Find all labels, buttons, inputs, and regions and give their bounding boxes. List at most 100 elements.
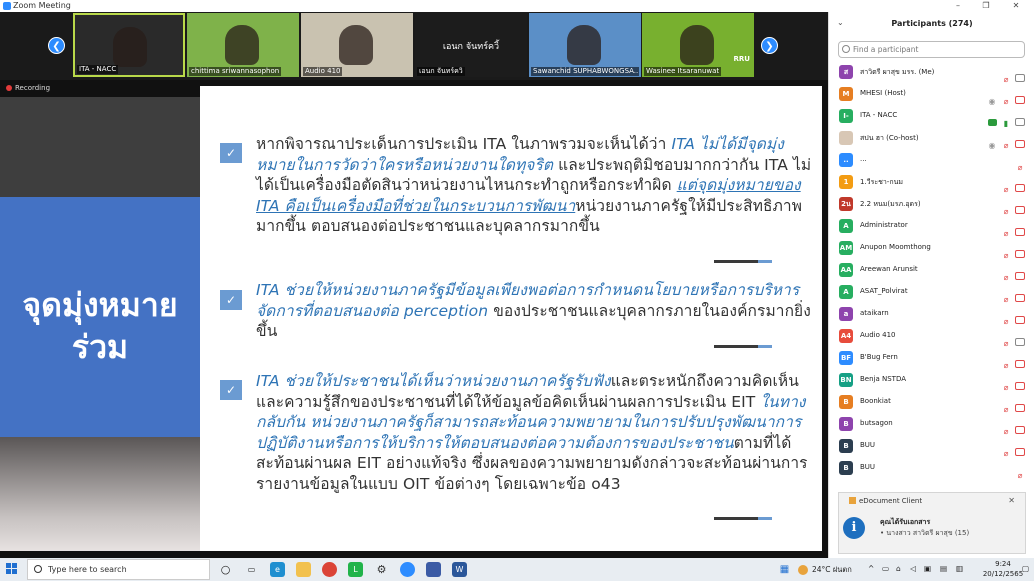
bullet-text-1: หากพิจารณาประเด็นการประเมิน ITA ในภาพรวม…	[256, 134, 816, 237]
avatar: ส	[839, 65, 853, 79]
screen-share-icon[interactable]	[988, 119, 997, 126]
notification-header: eDocument Client	[849, 497, 922, 505]
weather-icon[interactable]	[798, 565, 808, 575]
participant-row[interactable]: AA Areewan Arunsit ⌀	[829, 260, 1034, 282]
participant-row[interactable]: B Boonkiat ⌀	[829, 392, 1034, 414]
video-tile-name: chittima sriwannasophon	[189, 67, 282, 76]
video-tile-name: เอนก จันทร์ควิ้	[417, 67, 465, 76]
notification-title: คุณได้รับเอกสาร	[880, 518, 931, 526]
video-off-icon[interactable]	[1015, 206, 1025, 214]
video-off-icon[interactable]	[1015, 228, 1025, 236]
video-off-icon[interactable]	[1015, 426, 1025, 434]
chrome-icon[interactable]	[322, 562, 337, 577]
weather-text[interactable]: 24°C ฝนตก	[812, 564, 852, 576]
avatar: B	[839, 395, 853, 409]
participant-row[interactable]: A4 Audio 410 ⌀	[829, 326, 1034, 348]
avatar: M	[839, 87, 853, 101]
tray-language-icon[interactable]: ▣	[924, 564, 931, 573]
notification-center-icon[interactable]: ▢	[1022, 564, 1029, 573]
video-off-icon[interactable]	[1015, 96, 1025, 104]
video-off-icon[interactable]	[1015, 448, 1025, 456]
video-tile[interactable]: chittima sriwannasophon	[187, 13, 299, 77]
network-icon[interactable]: ▦	[777, 562, 792, 577]
tray-network-icon[interactable]: ⌂	[896, 564, 901, 573]
video-icon[interactable]	[1015, 74, 1025, 82]
participant-status-icons: ⌀	[997, 67, 1025, 84]
window-titlebar: Zoom Meeting – ❐ ✕	[0, 0, 1034, 12]
close-window-button[interactable]: ✕	[1002, 0, 1030, 12]
video-off-icon[interactable]	[1015, 272, 1025, 280]
toast-notification[interactable]: eDocument Client ✕ i คุณได้รับเอกสาร • น…	[838, 492, 1026, 554]
gallery-next-button[interactable]: ❯	[761, 37, 778, 54]
participant-row[interactable]: 2น 2.2 หนม(มรภ.อุดร) ⌀	[829, 194, 1034, 216]
participant-name: MHESI (Host)	[860, 89, 906, 97]
video-off-icon[interactable]	[1015, 294, 1025, 302]
video-icon[interactable]	[1015, 338, 1025, 346]
participant-row[interactable]: I- ITA - NACC ▮	[829, 106, 1034, 128]
word-icon[interactable]: W	[452, 562, 467, 577]
participant-row[interactable]: BF B'Bug Fern ⌀	[829, 348, 1034, 370]
video-tile[interactable]: เอนก จันทร์ควิ้ เอนก จันทร์ควิ้	[415, 13, 527, 77]
tray-app-icon-2[interactable]: ▥	[956, 564, 963, 573]
video-off-icon[interactable]	[1015, 250, 1025, 258]
avatar: B	[839, 461, 853, 475]
edge-icon[interactable]: e	[270, 562, 285, 577]
participant-row[interactable]: AM Anupon Moomthong ⌀	[829, 238, 1034, 260]
zoom-taskbar-icon[interactable]	[400, 562, 415, 577]
windows-start-button[interactable]	[6, 563, 18, 575]
participant-row[interactable]: A Administrator ⌀	[829, 216, 1034, 238]
task-view-icon[interactable]: ▭	[244, 562, 259, 577]
gallery-prev-button[interactable]: ❮	[48, 37, 65, 54]
video-tile[interactable]: Audio 410	[301, 13, 413, 77]
settings-gear-icon[interactable]: ⚙	[374, 562, 389, 577]
participant-status-icons: ⌀	[997, 243, 1025, 260]
video-tile-center-name: เอนก จันทร์ควิ้	[442, 42, 500, 52]
video-tile-name: Audio 410	[303, 67, 343, 76]
tray-app-icon[interactable]: ▤	[940, 564, 947, 573]
minimize-button[interactable]: –	[944, 0, 972, 12]
video-off-icon[interactable]	[1015, 404, 1025, 412]
slide-divider	[714, 260, 772, 263]
tray-overflow-icon[interactable]: ^	[868, 564, 874, 573]
video-off-icon[interactable]	[1015, 316, 1025, 324]
participant-row[interactable]: ส สาวิตรี ผาสุข มรร. (Me) ⌀	[829, 62, 1034, 84]
video-tile[interactable]: ITA - NACC	[73, 13, 185, 77]
mic-off-icon[interactable]: ⌀	[1015, 471, 1025, 481]
search-icon	[842, 45, 850, 53]
avatar: A4	[839, 329, 853, 343]
line-icon[interactable]: L	[348, 562, 363, 577]
participant-row[interactable]: 1 1.วีระชา-กนม ⌀	[829, 172, 1034, 194]
video-tile[interactable]: RRU Wasinee Itsaranuwat	[642, 13, 754, 77]
notification-close-button[interactable]: ✕	[1008, 496, 1015, 505]
taskbar-search-box[interactable]: Type here to search	[27, 559, 210, 580]
taskbar-clock[interactable]: 9:24 20/12/2565	[978, 559, 1028, 579]
checkbox-icon: ✓	[220, 380, 242, 400]
file-explorer-icon[interactable]	[296, 562, 311, 577]
participant-row[interactable]: สปน ฮา (Co-host) ◉ ⌀	[829, 128, 1034, 150]
clock-time: 9:24	[995, 560, 1011, 568]
tray-battery-icon[interactable]: ▭	[882, 564, 889, 573]
video-off-icon[interactable]	[1015, 184, 1025, 192]
video-tile[interactable]: Sawanchid SUPHABWONGSA...	[529, 13, 641, 77]
participant-status-icons: ⌀	[997, 177, 1025, 194]
participant-row[interactable]: M MHESI (Host) ◉ ⌀	[829, 84, 1034, 106]
participant-row[interactable]: A ASAT_Polvirat ⌀	[829, 282, 1034, 304]
video-on-icon[interactable]	[1015, 118, 1025, 126]
video-off-icon[interactable]	[1015, 140, 1025, 148]
participant-name: Audio 410	[860, 331, 896, 339]
cortana-icon[interactable]: ○	[218, 562, 233, 577]
participant-row[interactable]: B BUU ⌀	[829, 458, 1034, 480]
participant-search-input[interactable]: Find a participant	[838, 41, 1025, 58]
participant-row[interactable]: B BUU ⌀	[829, 436, 1034, 458]
participant-row[interactable]: BN Benja NSTDA ⌀	[829, 370, 1034, 392]
video-off-icon[interactable]	[1015, 360, 1025, 368]
video-off-icon[interactable]	[1015, 382, 1025, 390]
edocument-taskbar-icon[interactable]	[426, 562, 441, 577]
restore-button[interactable]: ❐	[972, 0, 1000, 12]
participant-row[interactable]: a ataikarn ⌀	[829, 304, 1034, 326]
tray-volume-icon[interactable]: ◁	[910, 564, 916, 573]
participant-row[interactable]: ..... ⌀	[829, 150, 1034, 172]
avatar: 1	[839, 175, 853, 189]
participant-row[interactable]: Bbutsagon ⌀	[829, 414, 1034, 436]
avatar: ..	[839, 153, 853, 167]
